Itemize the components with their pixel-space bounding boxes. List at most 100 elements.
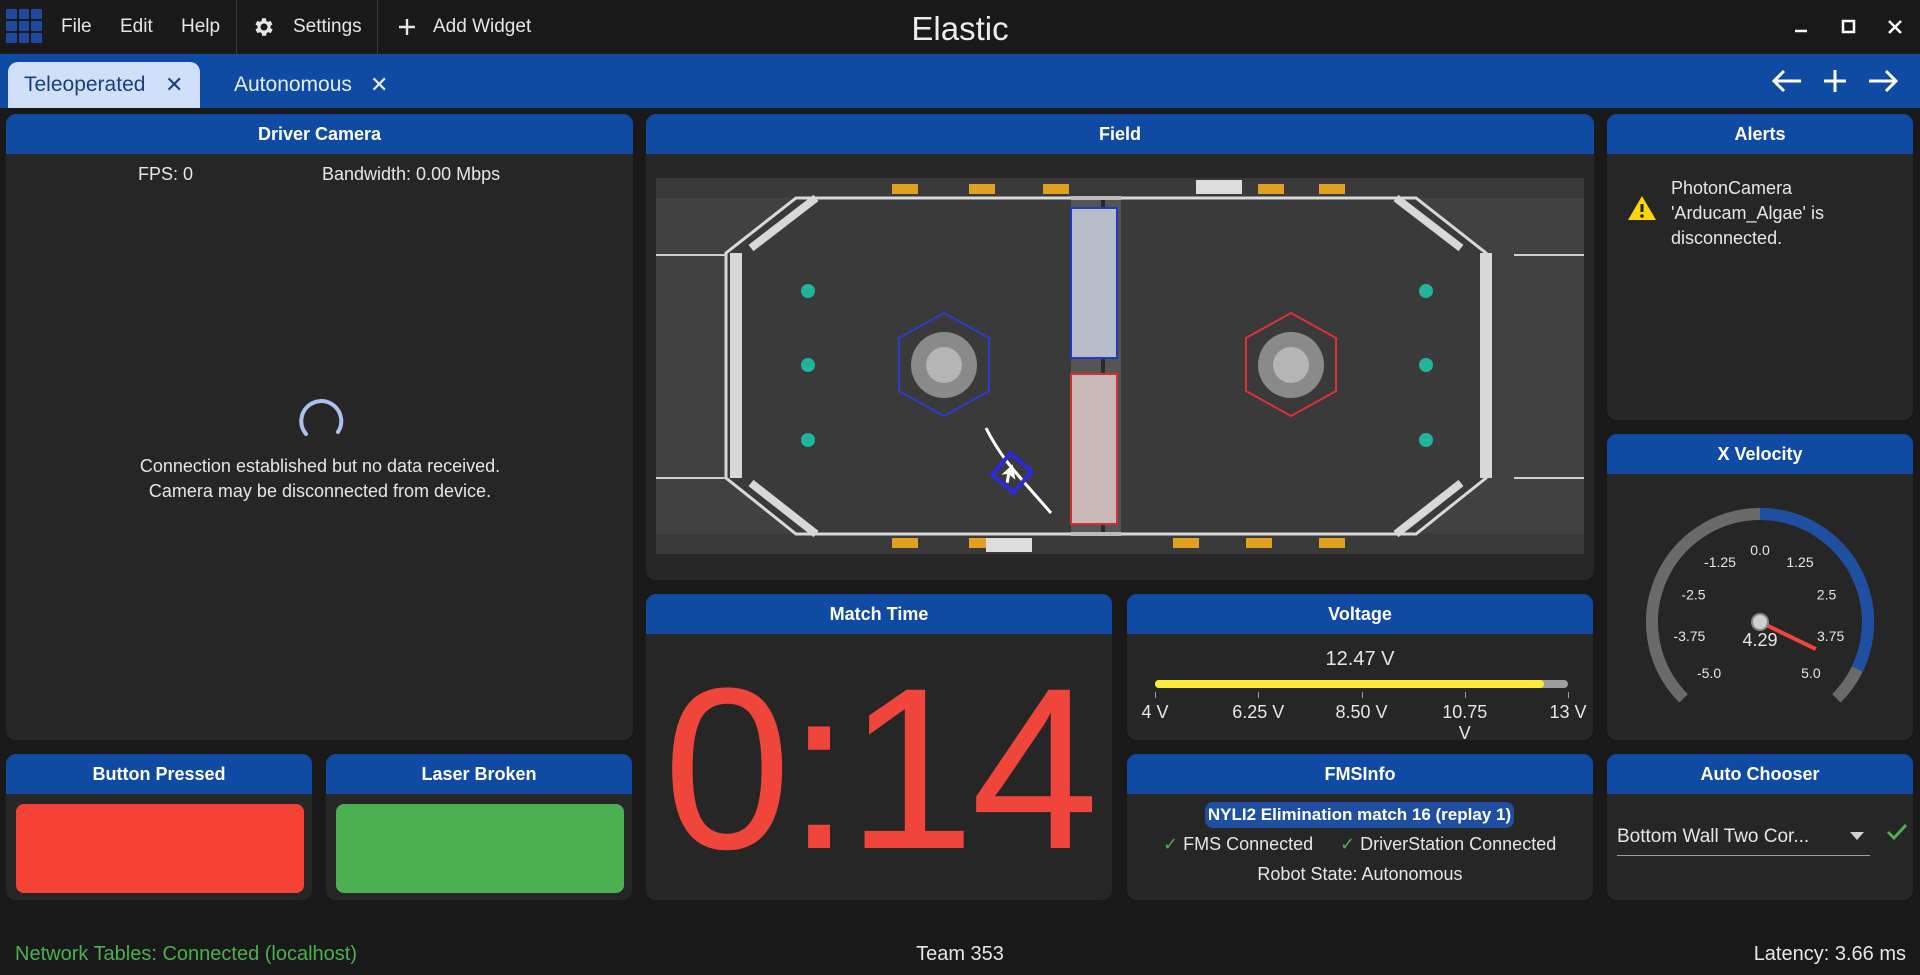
camera-message-line2: Camera may be disconnected from device. (148, 481, 492, 501)
voltage-tick (1155, 692, 1156, 698)
voltage-tick (1464, 692, 1466, 698)
maximize-icon[interactable] (1833, 12, 1863, 42)
robot-state: Robot State: Autonomous (1257, 864, 1463, 884)
settings-label: Settings (293, 16, 362, 37)
voltage-value: 12.47 V (1325, 648, 1395, 670)
widget-title: Auto Chooser (1607, 754, 1913, 794)
ds-connected-label: DriverStation Connected (1360, 834, 1557, 854)
fms-connected-label: FMS Connected (1183, 834, 1314, 854)
alert-line: disconnected. (1671, 228, 1783, 248)
menu-help[interactable]: Help (181, 0, 220, 54)
field-map[interactable] (656, 178, 1584, 554)
voltage-tick-label: 6.25 V (1232, 702, 1285, 722)
tab-label: Autonomous (234, 73, 352, 96)
voltage-tick (1258, 692, 1260, 698)
close-tab-icon[interactable]: ✕ (370, 62, 388, 108)
widget-title: Laser Broken (326, 754, 632, 794)
tab-teleoperated[interactable]: Teleoperated ✕ (8, 62, 200, 108)
alert-line: 'Arducam_Algae' is (1671, 203, 1824, 223)
gauge-value: 4.29 (1742, 630, 1777, 650)
gear-icon (255, 18, 273, 36)
voltage-bar (1155, 680, 1568, 688)
menu-edit[interactable]: Edit (120, 0, 153, 54)
add-tab-icon[interactable] (1817, 64, 1853, 98)
fms-connected-status: ✓ FMS Connected (1163, 834, 1313, 855)
menu-divider (236, 0, 237, 54)
check-icon: ✓ (1340, 834, 1356, 854)
widget-title: FMSInfo (1127, 754, 1593, 794)
auto-chooser-widget[interactable]: Auto Chooser Bottom Wall Two Cor... (1607, 754, 1913, 900)
widget-title: Voltage (1127, 594, 1593, 634)
camera-message-line1: Connection established but no data recei… (139, 456, 501, 476)
menu-file[interactable]: File (61, 0, 92, 54)
arrow-right-icon[interactable] (1865, 64, 1901, 98)
match-time-widget[interactable]: Match Time 0:14 (646, 594, 1112, 900)
tab-autonomous[interactable]: Autonomous ✕ (214, 62, 404, 108)
event-match-badge: NYLI2 Elimination match 16 (replay 1) (1205, 802, 1514, 828)
field-widget[interactable]: Field (646, 114, 1594, 580)
widget-title: Button Pressed (6, 754, 312, 794)
gauge-tick-label: -3.75 (1673, 628, 1705, 644)
chevron-down-icon (1850, 832, 1864, 840)
gauge-tick-label: 2.5 (1817, 586, 1837, 602)
button-pressed-widget[interactable]: Button Pressed (6, 754, 312, 900)
gauge-tick-label: -1.25 (1704, 554, 1736, 570)
match-time-value: 0:14 (663, 640, 1099, 897)
voltage-bar-fill (1155, 680, 1544, 688)
gauge-hub (1751, 613, 1769, 631)
camera-fps: FPS: 0 (138, 164, 194, 184)
voltage-tick-label: 8.50 V (1335, 702, 1388, 722)
close-window-icon[interactable] (1880, 12, 1910, 42)
minimize-icon[interactable] (1786, 12, 1816, 42)
widget-title: Field (646, 114, 1594, 154)
status-bar: Network Tables: Connected (localhost) Te… (0, 933, 1920, 975)
network-status: Network Tables: Connected (localhost) (15, 943, 358, 965)
widget-title: Match Time (646, 594, 1112, 634)
voltage-tick-label: 4 V (1141, 702, 1169, 722)
menu-divider (377, 0, 378, 54)
widget-title: Alerts (1607, 114, 1913, 154)
alert-message: PhotonCamera 'Arducam_Algae' is disconne… (1671, 176, 1901, 251)
add-widget-button[interactable]: Add Widget (393, 0, 543, 54)
voltage-tick-label: 13 V (1549, 702, 1587, 722)
arrow-left-icon[interactable] (1769, 64, 1805, 98)
close-tab-icon[interactable]: ✕ (165, 62, 183, 108)
gauge-tick-label: 5.0 (1801, 665, 1821, 681)
fms-info-widget[interactable]: FMSInfo NYLI2 Elimination match 16 (repl… (1127, 754, 1593, 900)
gauge-tick-label: 3.75 (1817, 628, 1844, 644)
check-icon (1886, 823, 1908, 841)
voltage-tick (1361, 692, 1363, 698)
voltage-widget[interactable]: Voltage 12.47 V 4 V 6.25 V 8.50 V 10.75 V 13… (1127, 594, 1593, 740)
add-widget-label: Add Widget (433, 16, 532, 37)
app-logo-icon (6, 9, 42, 43)
gauge-tick-label: -2.5 (1681, 586, 1705, 602)
boolean-indicator (16, 804, 304, 893)
voltage-tick-label: 10.75 V (1442, 702, 1488, 740)
driver-camera-widget[interactable]: Driver Camera FPS: 0 Bandwidth: 0.00 Mbp… (6, 114, 633, 740)
check-icon: ✓ (1163, 834, 1179, 854)
ds-connected-status: ✓ DriverStation Connected (1340, 834, 1556, 855)
widget-title: Driver Camera (6, 114, 633, 154)
title-bar: File Edit Help Settings Add Widget Elast… (0, 0, 1920, 54)
alert-line: PhotonCamera (1671, 178, 1793, 198)
tab-bar: Teleoperated ✕ Autonomous ✕ (0, 54, 1920, 108)
auto-selected-value: Bottom Wall Two Cor... (1617, 826, 1810, 847)
x-velocity-widget[interactable]: X Velocity -5.0 -3.75 -2.5 -1.25 0.0 1.25 2.5 3… (1607, 434, 1913, 740)
velocity-gauge: -5.0 -3.75 -2.5 -1.25 0.0 1.252.5 3.75 5.0 4.29 (1646, 508, 1874, 703)
tab-label: Teleoperated (24, 73, 146, 96)
plus-icon (399, 19, 415, 35)
gauge-tick-label: 0.0 (1750, 542, 1770, 558)
auto-select-dropdown[interactable]: Bottom Wall Two Cor... (1617, 822, 1870, 856)
widget-title: X Velocity (1607, 434, 1913, 474)
alerts-widget[interactable]: Alerts PhotonCamera 'Arducam_Algae' is d… (1607, 114, 1913, 420)
gauge-tick-label: 1.25 (1786, 554, 1813, 570)
voltage-tick (1568, 692, 1569, 698)
settings-button[interactable]: Settings (250, 0, 370, 54)
laser-broken-widget[interactable]: Laser Broken (326, 754, 632, 900)
latency: Latency: 3.66 ms (1753, 943, 1906, 965)
camera-bandwidth: Bandwidth: 0.00 Mbps (322, 164, 501, 184)
warning-icon (1628, 196, 1656, 220)
gauge-tick-label: -5.0 (1697, 665, 1721, 681)
boolean-indicator (336, 804, 624, 893)
loading-spinner-icon (299, 399, 344, 436)
